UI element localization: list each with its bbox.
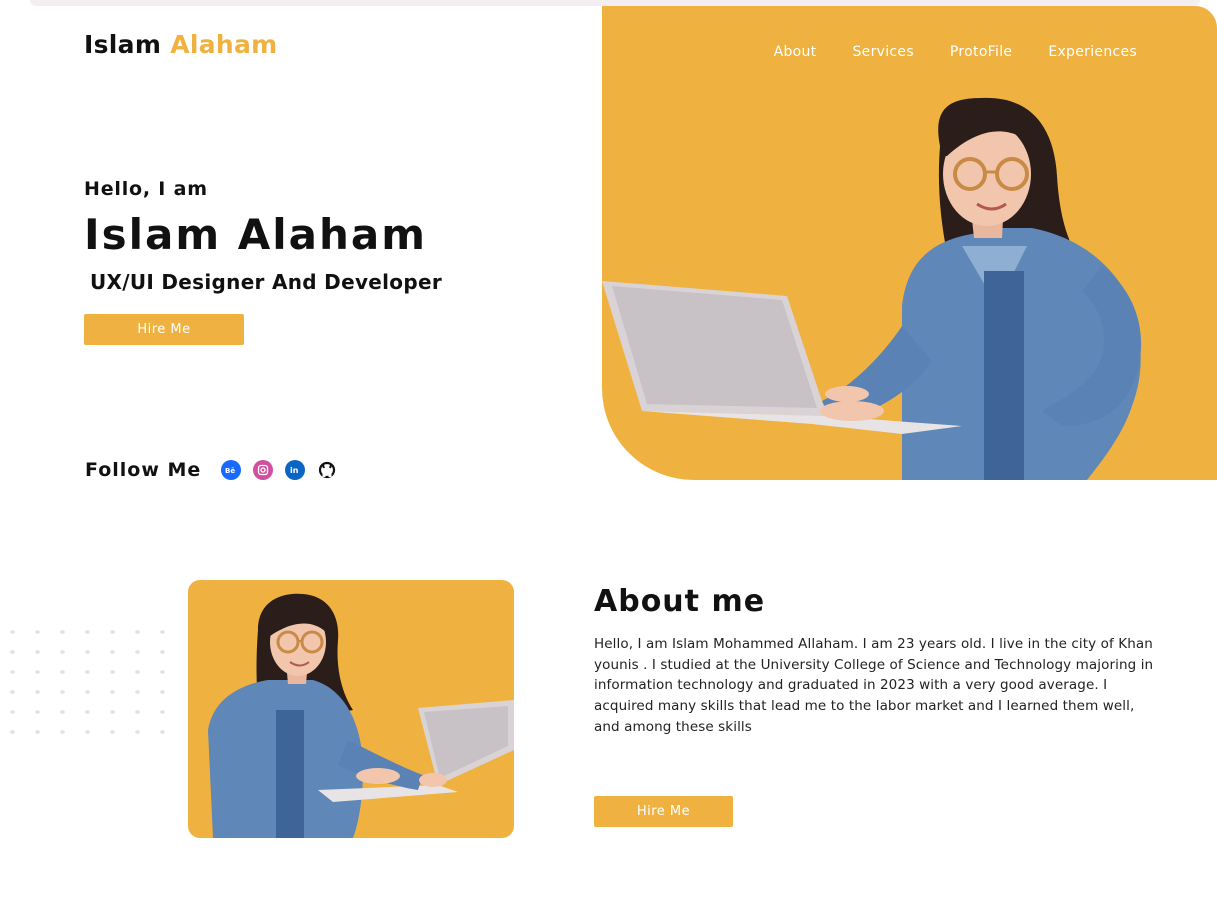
svg-text:in: in (290, 466, 299, 475)
follow-me-label: Follow Me (85, 459, 202, 481)
about-image-card (188, 580, 514, 838)
hero-hire-me-button[interactable]: Hire Me (84, 314, 244, 345)
logo-second: Alaham (170, 30, 278, 59)
svg-text:Bē: Bē (225, 467, 235, 474)
main-nav: About Services ProtoFile Experiences (774, 44, 1137, 60)
hero-greeting: Hello, I am (84, 178, 208, 200)
hero-name: Islam Alaham (84, 210, 427, 259)
logo[interactable]: Islam Alaham (84, 30, 278, 59)
about-person-image (208, 593, 514, 838)
hero-person-image (602, 97, 1142, 480)
github-icon[interactable] (317, 460, 338, 480)
about-description: Hello, I am Islam Mohammed Allaham. I am… (594, 636, 1154, 735)
about-hire-me-button[interactable]: Hire Me (594, 796, 733, 827)
instagram-icon[interactable] (253, 460, 274, 480)
nav-link-services[interactable]: Services (852, 44, 913, 60)
about-title: About me (594, 584, 766, 619)
nav-link-about[interactable]: About (774, 44, 817, 60)
decorative-dot-grid (0, 622, 178, 742)
nav-link-experiences[interactable]: Experiences (1048, 44, 1137, 60)
hero-role: UX/UI Designer And Developer (90, 270, 442, 294)
follow-me-row: Follow Me Bē in (85, 459, 338, 481)
behance-icon[interactable]: Bē (221, 460, 242, 480)
nav-link-portfolio[interactable]: ProtoFile (950, 44, 1012, 60)
linkedin-icon[interactable]: in (285, 460, 306, 480)
hero-image-panel: About Services ProtoFile Experiences (602, 6, 1217, 480)
logo-first: Islam (84, 30, 162, 59)
